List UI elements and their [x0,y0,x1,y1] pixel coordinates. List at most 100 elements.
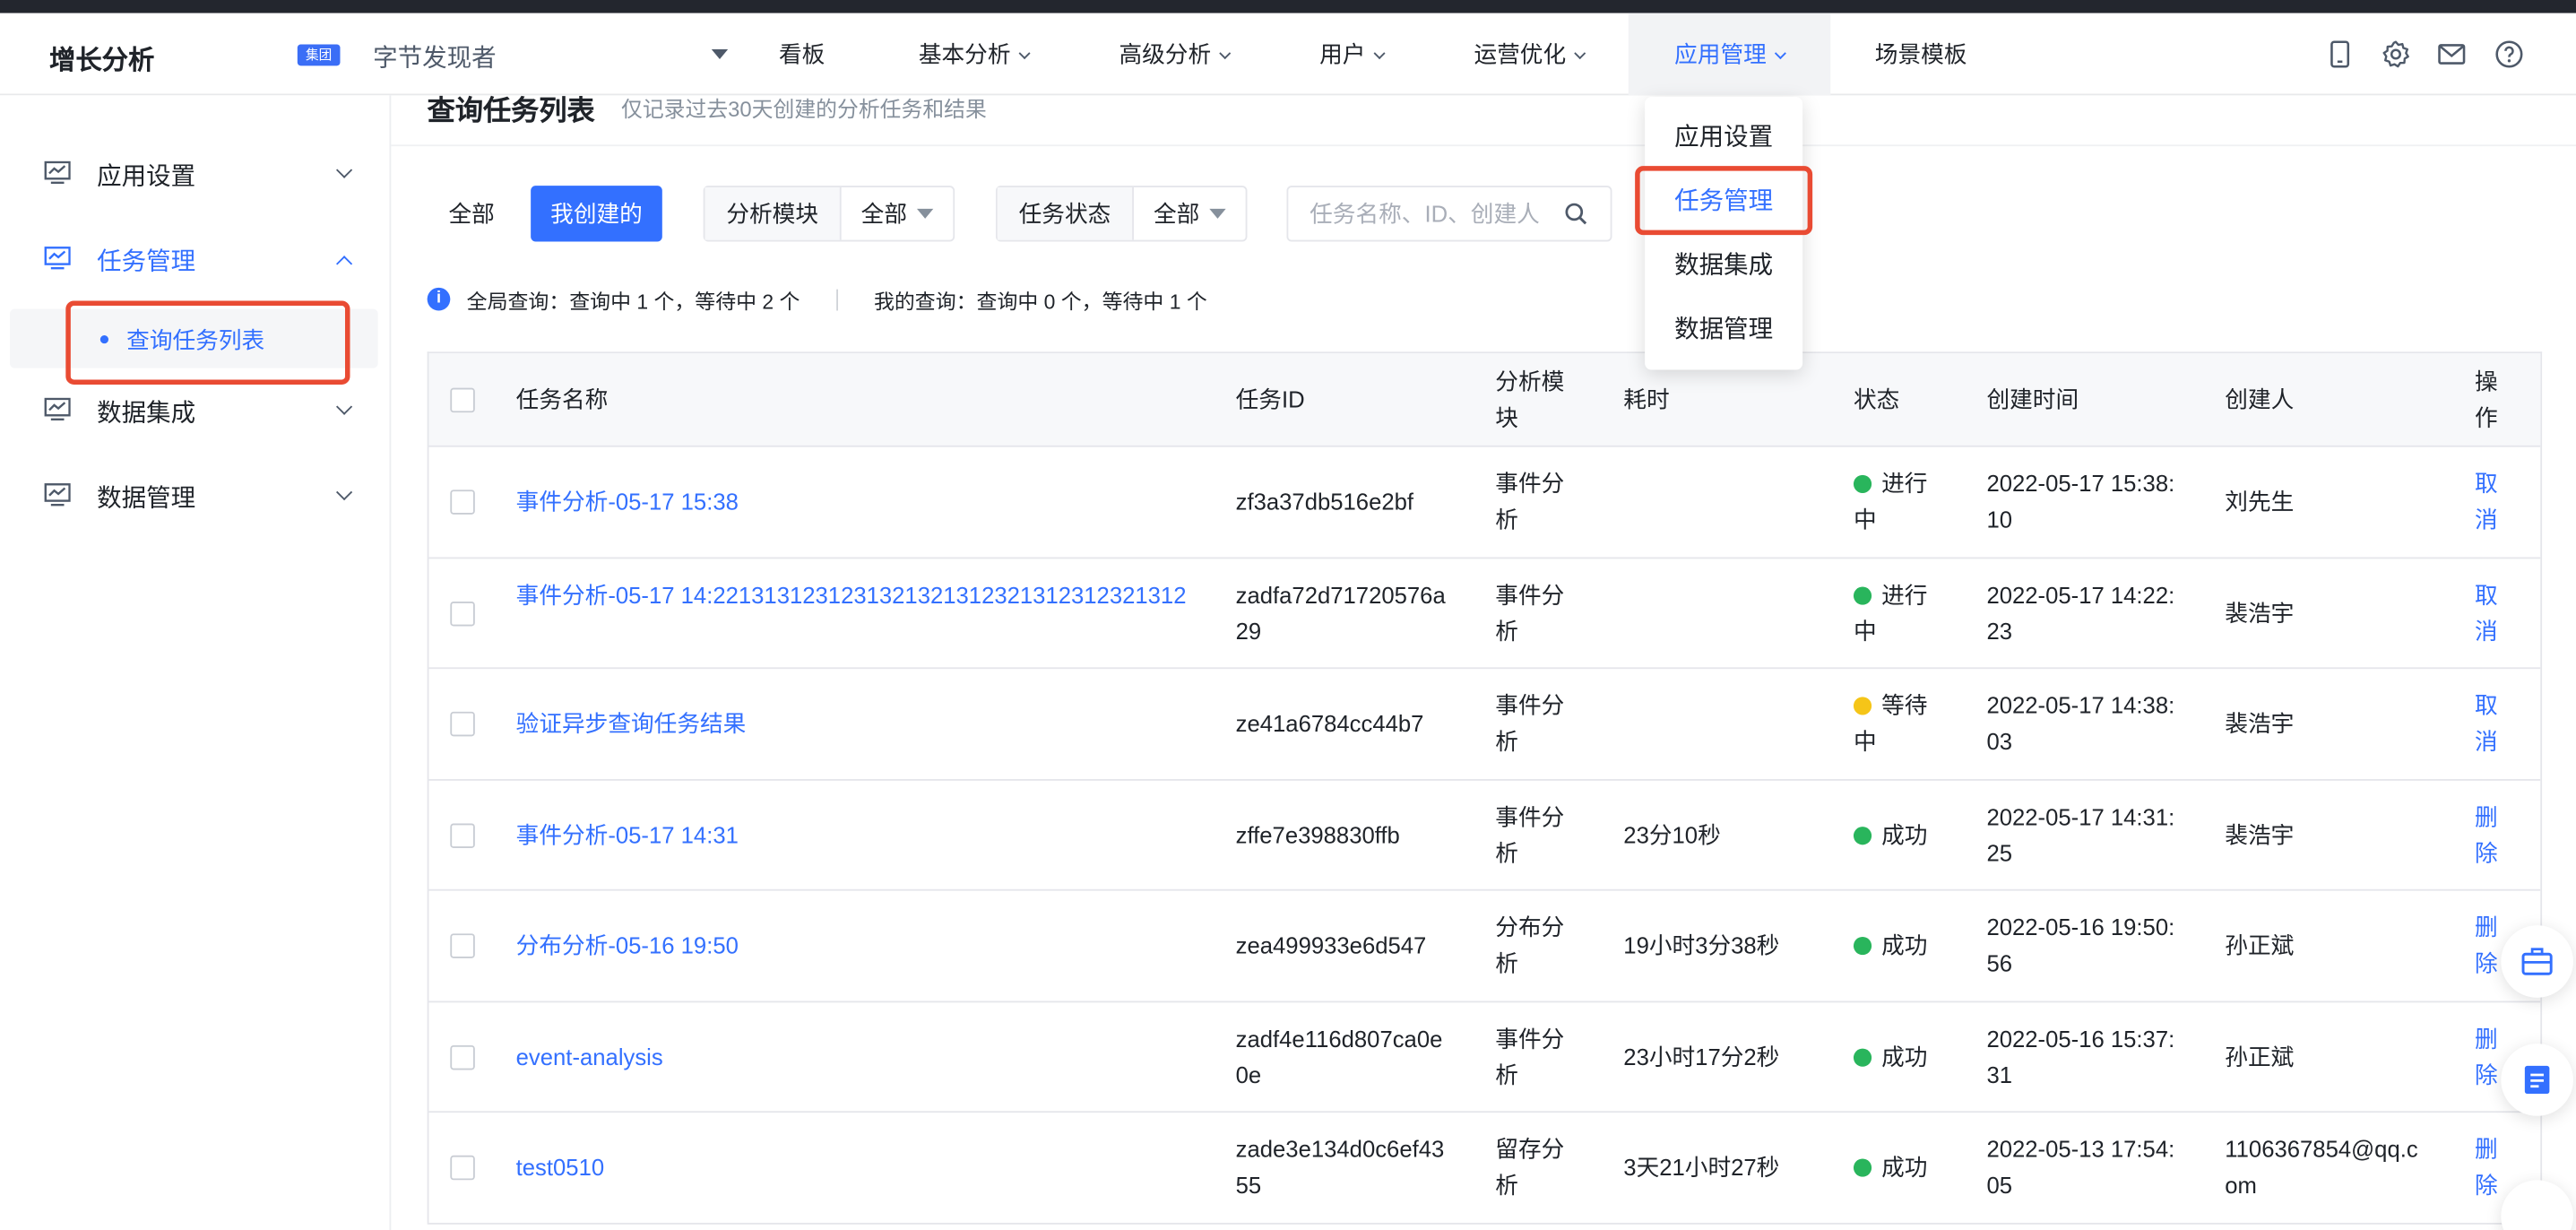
search-icon[interactable] [1564,202,1587,225]
task-status: 进行中 [1853,465,1927,538]
nav-label: 用户 [1319,40,1366,68]
dropdown-item-app-settings[interactable]: 应用设置 [1645,113,1802,162]
nav-users[interactable]: 用户 [1319,13,1386,96]
filter-mine-button[interactable]: 我创建的 [531,186,662,242]
col-header-module-line2: 块 [1495,403,1518,431]
op-line2: 除 [2474,838,2498,866]
check-circle-icon [1853,1047,1872,1066]
project-selector[interactable]: 字节发现者 [373,39,497,74]
delete-task-link[interactable]: 删除 [2475,1020,2498,1093]
row-checkbox[interactable] [450,711,475,737]
toolbox-float-button[interactable] [2501,925,2573,998]
gear-icon[interactable] [2381,39,2410,69]
task-module-line2: 析 [1495,838,1518,866]
task-name-link[interactable]: 事件分析-05-17 14:22131312312313213213123213… [516,576,1190,612]
task-module-line1: 事件分 [1495,470,1565,497]
row-checkbox[interactable] [450,933,475,958]
sidebar-item-data-integration[interactable]: 数据集成 [0,378,391,444]
task-name-link[interactable]: 验证异步查询任务结果 [516,705,747,741]
delete-task-link[interactable]: 删除 [2475,798,2498,871]
chevron-down-icon [1574,48,1586,60]
dropdown-item-data-management[interactable]: 数据管理 [1645,306,1802,355]
browser-top-band [0,0,2576,13]
op-line1: 取 [2474,581,2498,608]
status-filter-value[interactable]: 全部 [1134,187,1246,240]
project-caret-icon[interactable] [711,48,729,59]
row-checkbox[interactable] [450,1044,475,1070]
chevron-down-icon [336,483,353,501]
cancel-task-link[interactable]: 取消 [2475,465,2498,538]
search-input[interactable]: 任务名称、ID、创建人 [1286,186,1612,242]
task-name-link[interactable]: 事件分析-05-17 14:31 [516,816,739,852]
module-filter-value[interactable]: 全部 [842,187,954,240]
nav-label: 场景模板 [1874,40,1967,68]
task-creator: 孙正斌 [2225,931,2295,958]
cancel-task-link[interactable]: 取消 [2475,576,2498,649]
row-checkbox[interactable] [450,822,475,848]
task-status: 成功 [1853,1038,1927,1074]
dropdown-item-data-integration[interactable]: 数据集成 [1645,241,1802,290]
delete-task-link[interactable]: 删除 [2475,1130,2498,1203]
task-module-line1: 分布分 [1495,914,1565,940]
task-module-line2: 析 [1495,1172,1518,1199]
chevron-down-icon [336,161,353,178]
task-id: zffe7e398830ffb [1235,820,1400,848]
op-line1: 取 [2474,691,2498,719]
nav-scene-templates[interactable]: 场景模板 [1875,13,1967,96]
my-query-info: 我的查询：查询中 0 个，等待中 1 个 [873,290,1207,314]
monitor-chart-icon [44,483,71,507]
document-float-button[interactable] [2501,1044,2573,1116]
task-id: zadfa72d71720576a 29 [1236,576,1446,649]
nav-app-management[interactable]: 应用管理 [1628,13,1831,96]
task-id: zf3a37db516e2bf [1235,488,1414,515]
task-status: 进行中 [1853,576,1928,649]
nav-basic-analysis[interactable]: 基本分析 [919,13,1031,96]
filter-all-button[interactable]: 全部 [428,186,514,241]
task-name-link[interactable]: event-analysis [516,1038,663,1074]
sidebar-item-label: 数据集成 [97,399,196,428]
task-module: 分布分析 [1495,909,1564,982]
delete-task-link[interactable]: 删除 [2475,909,2498,982]
mail-icon[interactable] [2437,39,2467,69]
task-module-line1: 事件分 [1495,581,1565,608]
table-header: 任务名称 任务ID 分析模块 耗时 状态 创建时间 创建人 操作 [428,353,2541,447]
row-checkbox[interactable] [450,1155,475,1181]
module-filter-select[interactable]: 分析模块 全部 [703,186,955,242]
query-info-bar: i 全局查询：查询中 1 个，等待中 2 个 我的查询：查询中 0 个，等待中 … [427,284,1207,314]
help-icon[interactable] [2494,39,2524,69]
task-created-time: 2022-05-17 14:22: 23 [1986,576,2174,649]
task-id-line2: 0e [1235,1061,1262,1087]
row-checkbox[interactable] [450,601,475,626]
op-line2: 消 [2474,506,2498,533]
task-name-link[interactable]: test0510 [516,1148,604,1184]
task-module-line2: 析 [1495,617,1518,644]
nav-dashboard[interactable]: 看板 [779,13,825,96]
task-created-time: 2022-05-13 17:54: 05 [1986,1130,2174,1203]
sidebar-item-data-management[interactable]: 数据管理 [0,463,391,529]
task-name-link[interactable]: 分布分析-05-16 19:50 [516,927,739,963]
task-status-line1: 进行 [1881,581,1928,608]
task-module: 事件分析 [1495,465,1564,538]
select-all-checkbox[interactable] [450,387,475,413]
nav-label: 应用管理 [1674,40,1767,68]
search-placeholder: 任务名称、ID、创建人 [1310,200,1540,227]
nav-advanced-analysis[interactable]: 高级分析 [1119,13,1232,96]
cancel-task-link[interactable]: 取消 [2475,687,2498,759]
op-line1: 删 [2474,802,2498,829]
task-created-line2: 10 [1986,506,2013,533]
chevron-down-icon [1373,48,1386,60]
mobile-icon[interactable] [2325,39,2355,69]
chevron-down-icon [1219,48,1232,60]
sidebar-item-task-management[interactable]: 任务管理 [0,227,391,292]
row-checkbox[interactable] [450,489,475,515]
document-icon [2524,1065,2550,1095]
nav-ops-optimization[interactable]: 运营优化 [1474,13,1586,96]
task-status: 成功 [1853,816,1927,852]
task-id: zadf4e116d807ca0e 0e [1236,1020,1443,1093]
task-created-time: 2022-05-16 15:37: 31 [1986,1020,2174,1093]
task-id-line1: zadfa72d71720576a [1235,581,1446,608]
sidebar-item-app-settings[interactable]: 应用设置 [0,142,391,207]
status-filter-select[interactable]: 任务状态 全部 [995,186,1248,242]
task-name-link[interactable]: 事件分析-05-17 15:38 [516,483,739,519]
status-filter-value-text: 全部 [1153,200,1200,227]
